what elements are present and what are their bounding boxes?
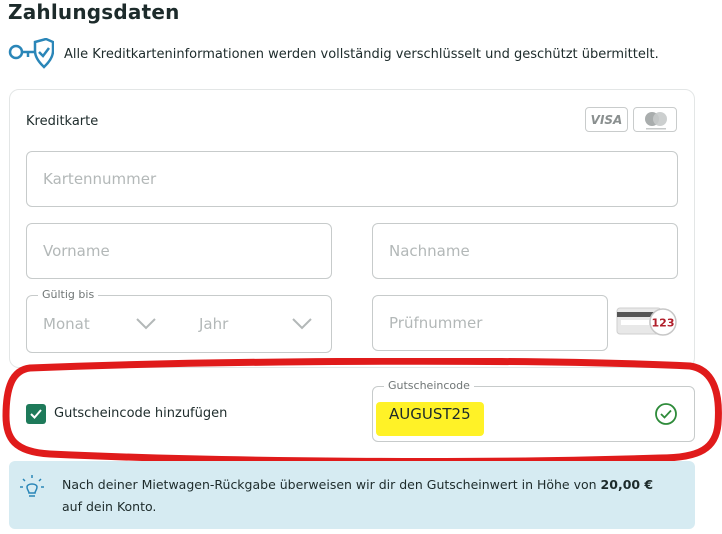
- secure-note: Alle Kreditkarteninformationen werden vo…: [8, 38, 659, 70]
- expiry-legend: Gültig bis: [38, 288, 99, 301]
- expiry-year-select[interactable]: Jahr: [199, 315, 228, 333]
- visa-logo-text: VISA: [590, 112, 623, 127]
- info-text-before: Nach deiner Mietwagen-Rückgabe überweise…: [62, 477, 601, 492]
- card-number-placeholder: Kartennummer: [43, 170, 157, 188]
- checkmark-icon: [30, 409, 42, 419]
- lightbulb-icon: [20, 475, 44, 497]
- chevron-down-icon[interactable]: [291, 317, 313, 331]
- info-text-after: auf dein Konto.: [62, 499, 157, 514]
- cvc-hint-number: 123: [652, 317, 675, 330]
- voucher-legend: Gutscheincode: [384, 379, 474, 392]
- chevron-down-icon[interactable]: [135, 317, 157, 331]
- key-shield-icon: [8, 38, 54, 69]
- voucher-checkbox-label[interactable]: Gutscheincode hinzufügen: [54, 406, 227, 421]
- credit-card-label: Kreditkarte: [26, 114, 99, 129]
- page-title: Zahlungsdaten: [8, 0, 180, 24]
- secure-note-text: Alle Kreditkarteninformationen werden vo…: [64, 46, 659, 62]
- last-name-placeholder: Nachname: [389, 242, 470, 260]
- last-name-input[interactable]: Nachname: [372, 223, 678, 279]
- voucher-code-value[interactable]: AUGUST25: [389, 405, 471, 423]
- expiry-fieldset: Monat Jahr: [26, 295, 332, 353]
- mastercard-logo-icon: [633, 107, 677, 132]
- cvc-hint-icon: 123: [616, 307, 677, 336]
- info-text: Nach deiner Mietwagen-Rückgabe überweise…: [62, 474, 672, 518]
- cvc-placeholder: Prüfnummer: [389, 314, 483, 332]
- first-name-input[interactable]: Vorname: [26, 223, 332, 279]
- cvc-input[interactable]: Prüfnummer: [372, 295, 608, 351]
- card-number-input[interactable]: Kartennummer: [26, 151, 678, 207]
- check-circle-icon: [655, 403, 677, 425]
- voucher-checkbox[interactable]: [26, 404, 46, 424]
- info-amount: 20,00 €: [600, 477, 654, 492]
- visa-logo: VISA: [585, 107, 628, 132]
- expiry-month-select[interactable]: Monat: [43, 315, 90, 333]
- first-name-placeholder: Vorname: [43, 242, 110, 260]
